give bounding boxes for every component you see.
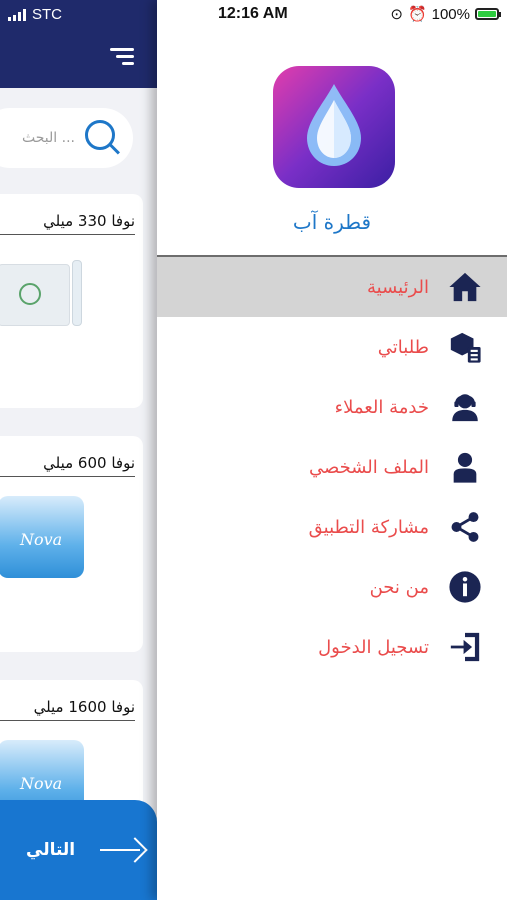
menu-item-customer-service[interactable]: خدمة العملاء bbox=[157, 377, 507, 437]
customer-service-icon bbox=[445, 387, 485, 427]
search-bar[interactable]: البحث ... bbox=[0, 108, 133, 168]
menu-item-orders[interactable]: طلباتي bbox=[157, 317, 507, 377]
water-drop-icon bbox=[303, 82, 365, 168]
menu-item-label: خدمة العملاء bbox=[334, 396, 429, 418]
menu-item-profile[interactable]: الملف الشخصي bbox=[157, 437, 507, 497]
product-image bbox=[0, 264, 70, 326]
alarm-icon: ⏰ bbox=[407, 6, 427, 23]
side-drawer: قطرة آب الرئيسية طلباتي خدمة العملاء الم… bbox=[157, 0, 507, 900]
app-name: قطرة آب bbox=[292, 210, 372, 234]
menu-icon[interactable] bbox=[110, 48, 134, 69]
product-brand: Nova bbox=[20, 530, 63, 549]
orders-icon bbox=[445, 327, 485, 367]
arrow-right-icon bbox=[100, 836, 144, 864]
search-input[interactable]: البحث ... bbox=[22, 130, 75, 146]
orientation-lock-icon: ⊙ bbox=[390, 6, 403, 23]
battery-icon bbox=[475, 8, 501, 20]
info-icon bbox=[445, 567, 485, 607]
menu-item-label: طلباتي bbox=[377, 336, 429, 358]
status-right: ⊙ ⏰ 100% bbox=[390, 5, 501, 23]
bottle-image bbox=[72, 260, 82, 326]
menu-item-label: الملف الشخصي bbox=[309, 456, 429, 478]
home-icon bbox=[445, 267, 485, 307]
next-label: التالي bbox=[26, 840, 76, 860]
menu-item-share[interactable]: مشاركة التطبيق bbox=[157, 497, 507, 557]
product-brand: Nova bbox=[20, 774, 63, 793]
login-icon bbox=[445, 627, 485, 667]
product-name: نوفا 1600 ميلي bbox=[0, 698, 135, 721]
status-bar: STC 12:16 AM ⊙ ⏰ 100% bbox=[0, 0, 507, 30]
search-icon[interactable] bbox=[83, 118, 123, 158]
product-name: نوفا 600 ميلي bbox=[0, 454, 135, 477]
menu-item-login[interactable]: تسجيل الدخول bbox=[157, 617, 507, 677]
product-card[interactable]: نوفا 330 ميلي bbox=[0, 194, 143, 408]
carrier-name: STC bbox=[32, 6, 62, 23]
signal-icon bbox=[8, 8, 26, 21]
profile-icon bbox=[445, 447, 485, 487]
status-time: 12:16 AM bbox=[218, 5, 288, 22]
next-button[interactable]: التالي bbox=[0, 800, 157, 900]
product-image: Nova bbox=[0, 496, 84, 578]
menu-item-label: الرئيسية bbox=[367, 276, 429, 298]
menu-item-label: تسجيل الدخول bbox=[318, 636, 429, 658]
app-logo bbox=[273, 66, 395, 188]
battery-percent: 100% bbox=[431, 5, 470, 23]
drawer-menu: الرئيسية طلباتي خدمة العملاء الملف الشخص… bbox=[157, 257, 507, 677]
menu-item-about[interactable]: من نحن bbox=[157, 557, 507, 617]
menu-item-home[interactable]: الرئيسية bbox=[157, 257, 507, 317]
product-card[interactable]: نوفا 600 ميلي Nova bbox=[0, 436, 143, 652]
menu-item-label: من نحن bbox=[369, 576, 429, 598]
share-icon bbox=[445, 507, 485, 547]
carrier-info: STC bbox=[8, 6, 62, 23]
main-screen: البحث ... نوفا 330 ميلي نوفا 600 ميلي No… bbox=[0, 0, 157, 900]
menu-item-label: مشاركة التطبيق bbox=[308, 516, 429, 538]
product-name: نوفا 330 ميلي bbox=[0, 212, 135, 235]
